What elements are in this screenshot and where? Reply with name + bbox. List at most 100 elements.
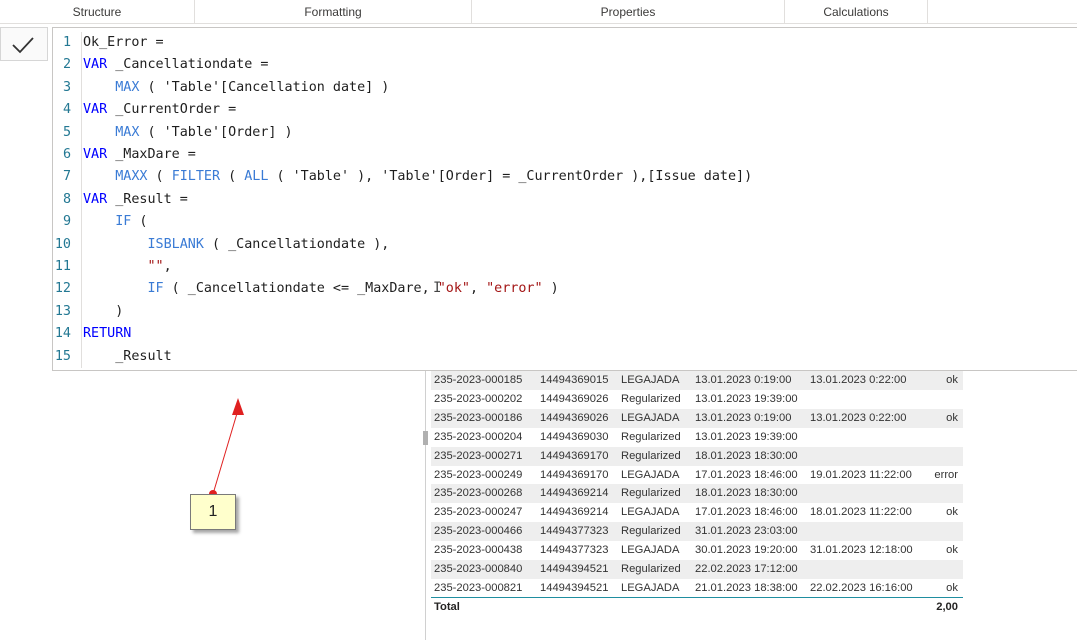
table-cell: 13.01.2023 0:22:00 [810, 411, 907, 424]
code-token: _Cancellationdate = [107, 57, 269, 73]
table-cell: Regularized [621, 525, 681, 538]
code-token: ( 'Table'[Order] ) [139, 124, 293, 140]
table-cell: 17.01.2023 18:46:00 [695, 506, 798, 519]
function-token: ALL [244, 169, 269, 185]
table-cell: Regularized [621, 449, 681, 462]
tab-structure[interactable]: Structure [0, 0, 195, 24]
table-cell: 235-2023-000271 [434, 449, 523, 462]
table-cell: 21.01.2023 18:38:00 [695, 581, 798, 594]
table-row[interactable]: 235-2023-000185 14494369015 LEGAJADA 13.01.… [431, 371, 963, 390]
table-cell: ok [946, 506, 958, 519]
checkmark-icon [12, 37, 34, 54]
table-cell: 14494377323 [540, 544, 609, 557]
line-number: 2 [62, 57, 71, 73]
code-text: MAXX ( FILTER ( ALL ( 'Table' ), 'Table'… [83, 166, 752, 188]
table-cell: 22.02.2023 16:16:00 [810, 581, 913, 594]
table-cell: 235-2023-000202 [434, 392, 523, 405]
line-number: 10 [54, 236, 71, 252]
code-text: MAX ( 'Table'[Order] ) [83, 122, 293, 144]
table-row[interactable]: 235-2023-000438 14494377323 LEGAJADA 30.01.… [431, 541, 963, 560]
code-token: ( _Cancellationdate ), [203, 236, 390, 252]
gutter-divider [81, 32, 82, 368]
table-cell: 14494369170 [540, 468, 609, 481]
table-cell: Regularized [621, 430, 681, 443]
line-number: 13 [54, 303, 71, 319]
code-text: "", [83, 256, 172, 278]
arrow-head-icon [232, 398, 244, 415]
table-cell: 14494369214 [540, 506, 609, 519]
table-row[interactable]: 235-2023-000840 14494394521 Regularized 22.… [431, 560, 963, 579]
table-cell: 14494369026 [540, 411, 609, 424]
table-row[interactable]: 235-2023-000268 14494369214 Regularized 18.… [431, 484, 963, 504]
table-cell: ok [946, 581, 958, 594]
line-number: 6 [62, 147, 71, 162]
code-text: VAR _Cancellationdate = [83, 54, 268, 76]
code-text: VAR _MaxDare = [83, 144, 196, 166]
table-cell: 13.01.2023 19:39:00 [695, 392, 798, 405]
tab-properties[interactable]: Properties [472, 0, 785, 24]
table-cell: 235-2023-000466 [434, 525, 523, 538]
table-cell: 235-2023-000268 [434, 487, 523, 500]
table-cell: 235-2023-000249 [434, 468, 523, 481]
table-cell: 14494377323 [540, 525, 609, 538]
string-token: "error" [486, 281, 543, 297]
tab-formatting[interactable]: Formatting [195, 0, 472, 24]
line-number: 8 [62, 191, 71, 207]
table-cell: 14494369214 [540, 487, 609, 500]
line-number: 14 [54, 326, 71, 342]
table-row[interactable]: 235-2023-000821 14494394521 LEGAJADA 21.01.… [431, 579, 963, 598]
ribbon-tabs: Structure Formatting Properties Calculat… [0, 0, 1077, 24]
table-cell: 31.01.2023 12:18:00 [810, 544, 913, 557]
function-token: IF [115, 214, 132, 230]
total-label: Total [434, 601, 460, 613]
code-token: ( _Cancellationdate <= _MaxDare, [163, 281, 438, 297]
table-cell: LEGAJADA [621, 581, 680, 594]
table-cell: 13.01.2023 0:19:00 [695, 411, 792, 424]
table-cell: 14494369170 [540, 449, 609, 462]
table-row[interactable]: 235-2023-000249 14494369170 LEGAJADA 17.01.… [431, 466, 963, 485]
code-token: _MaxDare = [107, 147, 196, 162]
table-cell: 14494369015 [540, 374, 609, 386]
total-row: Total 2,00 [431, 598, 963, 617]
table-cell: 13.01.2023 0:22:00 [810, 374, 907, 386]
table-cell: 13.01.2023 0:19:00 [695, 374, 792, 386]
code-token: ( [220, 169, 245, 185]
table-cell: 235-2023-000438 [434, 544, 523, 557]
text-cursor-icon: I [433, 280, 442, 296]
table-cell: LEGAJADA [621, 506, 680, 519]
table-visual[interactable]: 235-2023-000185 14494369015 LEGAJADA 13.01.… [425, 371, 965, 640]
table-cell: 14494394521 [540, 563, 609, 575]
table-cell: 17.01.2023 18:46:00 [695, 468, 798, 481]
table-row[interactable]: 235-2023-000202 14494369026 Regularized 13.… [431, 390, 963, 409]
code-text: VAR _Result = [83, 189, 188, 211]
table-cell: Regularized [621, 563, 681, 575]
keyword-token: VAR [83, 57, 108, 73]
code-text: MAX ( 'Table'[Cancellation date] ) [83, 77, 389, 99]
commit-formula-button[interactable] [0, 27, 48, 61]
arrow-line [212, 409, 239, 495]
code-token: , [163, 259, 172, 274]
table-row[interactable]: 235-2023-000466 14494377323 Regularized 31.… [431, 522, 963, 542]
table-cell: 22.02.2023 17:12:00 [695, 563, 798, 575]
function-token: MAX [115, 124, 140, 140]
line-number: 3 [62, 79, 71, 95]
code-text: IF ( _Cancellationdate <= _MaxDare, "ok"… [83, 278, 559, 300]
table-row[interactable]: 235-2023-000247 14494369214 LEGAJADA 17.01.… [431, 503, 963, 522]
formula-editor[interactable]: 1 Ok_Error = 2 VAR _Cancellationdate = 3 MAX… [52, 27, 1077, 371]
table-cell: 19.01.2023 11:22:00 [810, 468, 912, 481]
tab-calculations[interactable]: Calculations [785, 0, 928, 24]
table-row[interactable]: 235-2023-000204 14494369030 Regularized 13.… [431, 428, 963, 447]
code-text: ISBLANK ( _Cancellationdate ), [83, 234, 390, 256]
table-cell: 235-2023-000185 [434, 374, 523, 386]
table-row[interactable]: 235-2023-000186 14494369026 LEGAJADA 13.01.… [431, 408, 963, 428]
code-text: IF ( [83, 211, 147, 233]
keyword-token: VAR [83, 102, 108, 118]
table-cell: 14494369030 [540, 430, 609, 443]
table-row[interactable]: 235-2023-000271 14494369170 Regularized 18.… [431, 446, 963, 466]
code-text: _Result [83, 346, 171, 368]
